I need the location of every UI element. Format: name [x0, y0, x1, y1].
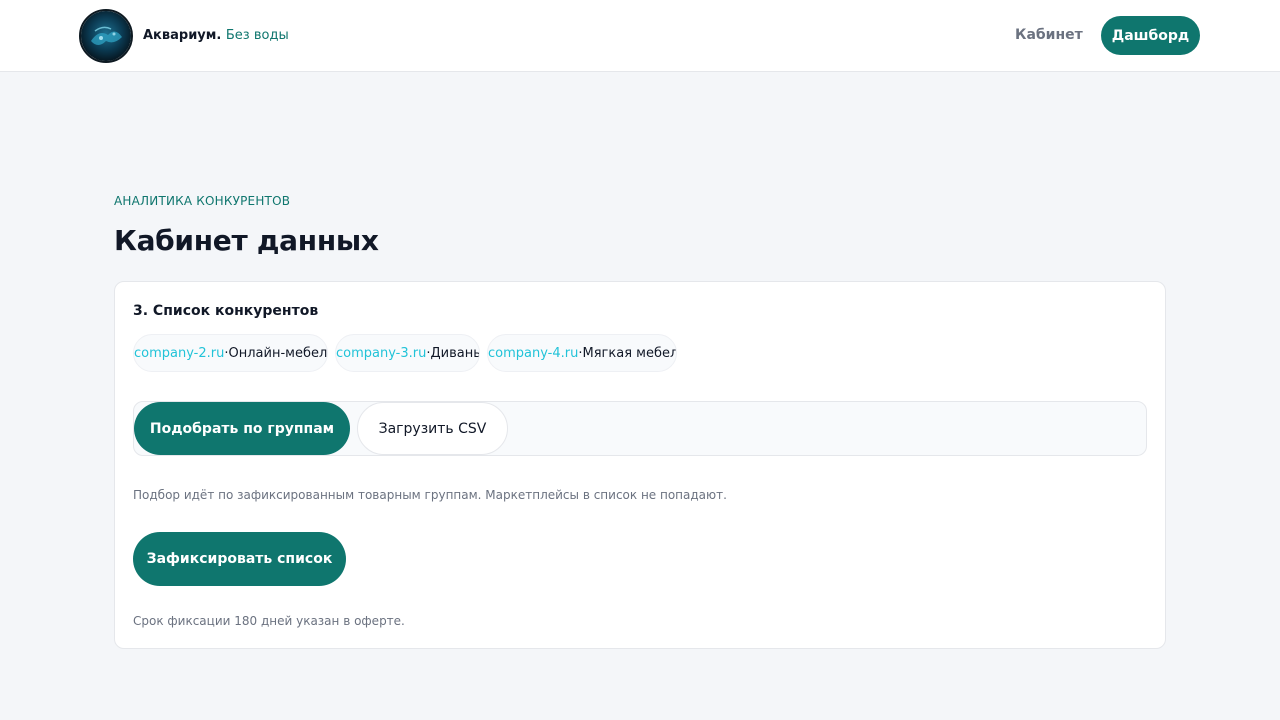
section-eyebrow: АНАЛИТИКА КОНКУРЕНТОВ: [114, 194, 291, 208]
brand-name[interactable]: Аквариум. Без воды: [143, 28, 289, 43]
fixation-footnote: Срок фиксации 180 дней указан в оферте.: [133, 614, 405, 628]
dashboard-button[interactable]: Дашборд: [1101, 16, 1200, 55]
competitor-chip[interactable]: company-3.ru · Диваны: [335, 334, 480, 372]
card-title: 3. Список конкурентов: [133, 303, 319, 319]
brand-title: Аквариум.: [143, 28, 222, 43]
competitors-card: 3. Список конкурентов company-2.ru · Онл…: [114, 281, 1166, 649]
competitor-chip[interactable]: company-2.ru · Онлайн-мебель: [133, 334, 328, 372]
competitor-domain: company-3.ru: [336, 345, 427, 361]
aquarium-logo-icon[interactable]: [79, 9, 133, 63]
upload-csv-button[interactable]: Загрузить CSV: [357, 402, 508, 455]
competitor-category: Онлайн-мебель: [228, 345, 328, 361]
competitor-domain: company-4.ru: [488, 345, 579, 361]
nav-link-cabinet[interactable]: Кабинет: [1015, 27, 1083, 43]
brand-tagline: Без воды: [225, 28, 289, 43]
competitor-domain: company-2.ru: [134, 345, 225, 361]
competitor-category: Диваны: [430, 345, 480, 361]
competitor-chip[interactable]: company-4.ru · Мягкая мебель: [487, 334, 677, 372]
fix-list-button[interactable]: Зафиксировать список: [133, 532, 346, 586]
selection-hint: Подбор идёт по зафиксированным товарным …: [133, 488, 727, 502]
top-navigation-bar: Аквариум. Без воды Кабинет Дашборд: [0, 0, 1280, 72]
selection-mode-toggle: Подобрать по группам Загрузить CSV: [133, 401, 1147, 456]
page-title: Кабинет данных: [114, 224, 379, 257]
competitor-category: Мягкая мебель: [582, 345, 677, 361]
select-by-groups-button[interactable]: Подобрать по группам: [134, 402, 350, 455]
